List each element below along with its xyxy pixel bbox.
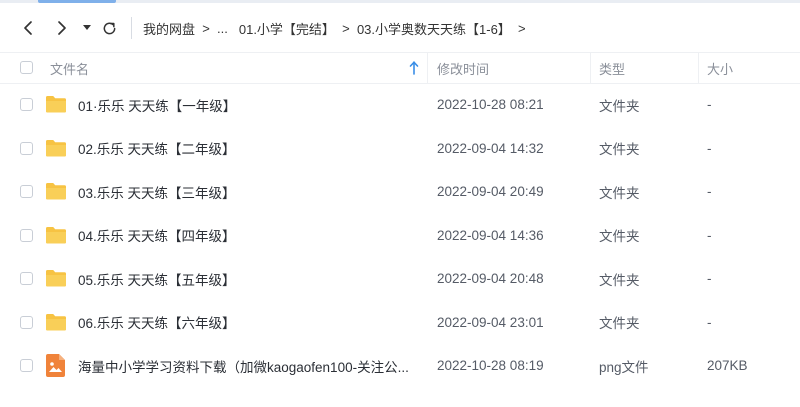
row-checkbox[interactable] [20, 315, 33, 329]
column-divider[interactable] [590, 53, 591, 83]
table-row[interactable]: 海量中小学学习资料下载（加微kaogaofen100-关注公... 2022-1… [0, 344, 800, 388]
file-name[interactable]: 04.乐乐 天天练【四年级】 [78, 214, 236, 257]
row-checkbox[interactable] [20, 185, 33, 198]
file-size: - [707, 184, 712, 199]
folder-icon [46, 226, 66, 243]
header-size-label: 大小 [707, 61, 734, 77]
table-row[interactable]: 04.乐乐 天天练【四年级】 2022-09-04 14:36 文件夹 - [0, 214, 800, 258]
nav-divider [131, 17, 132, 39]
folder-icon [46, 96, 66, 113]
header-name-label: 文件名 [50, 61, 90, 77]
header-modified-label: 修改时间 [437, 61, 490, 77]
row-checkbox[interactable] [20, 359, 33, 372]
file-size: 207KB [707, 358, 748, 373]
top-tab-strip [0, 0, 800, 3]
header-modified[interactable]: 修改时间 [437, 53, 587, 83]
navigation-bar: 我的网盘 > ... 01.小学【完结】 > 03.小学奥数天天练【1-6】 > [0, 8, 800, 48]
select-all-checkbox[interactable] [20, 61, 33, 74]
folder-icon [46, 270, 66, 287]
breadcrumb-ellipsis[interactable]: ... [217, 21, 228, 36]
file-name[interactable]: 06.乐乐 天天练【六年级】 [78, 301, 236, 344]
file-type: png文件 [599, 359, 649, 375]
file-modified: 2022-09-04 20:48 [437, 271, 544, 286]
file-size: - [707, 97, 712, 112]
breadcrumb-separator: > [202, 20, 210, 36]
table-row[interactable]: 01·乐乐 天天练【一年级】 2022-10-28 08:21 文件夹 - [0, 83, 800, 127]
file-modified: 2022-09-04 20:49 [437, 184, 544, 199]
file-name[interactable]: 02.乐乐 天天练【二年级】 [78, 127, 236, 170]
image-file-icon [46, 354, 65, 377]
file-size: - [707, 314, 712, 330]
back-button[interactable] [18, 8, 38, 48]
file-size: - [707, 140, 712, 156]
table-row[interactable]: 03.乐乐 天天练【三年级】 2022-09-04 20:49 文件夹 - [0, 170, 800, 214]
header-size[interactable]: 大小 [707, 53, 787, 83]
file-size: - [707, 227, 712, 243]
file-modified: 2022-09-04 14:36 [437, 227, 544, 243]
row-checkbox[interactable] [20, 98, 33, 111]
refresh-icon [103, 22, 115, 34]
file-list: 01·乐乐 天天练【一年级】 2022-10-28 08:21 文件夹 - 02… [0, 83, 800, 388]
folder-icon [46, 139, 66, 156]
header-name[interactable]: 文件名 [50, 53, 420, 83]
file-type: 文件夹 [599, 229, 640, 244]
scrollbar[interactable] [794, 52, 800, 407]
header-type[interactable]: 类型 [599, 53, 694, 83]
table-row[interactable]: 02.乐乐 天天练【二年级】 2022-09-04 14:32 文件夹 - [0, 127, 800, 171]
file-type: 文件夹 [599, 142, 640, 157]
file-name[interactable]: 海量中小学学习资料下载（加微kaogaofen100-关注公... [78, 344, 409, 387]
row-checkbox[interactable] [20, 141, 33, 155]
column-divider[interactable] [427, 53, 428, 83]
folder-icon [46, 183, 66, 200]
table-row[interactable]: 05.乐乐 天天练【五年级】 2022-09-04 20:48 文件夹 - [0, 257, 800, 301]
chevron-left-icon [24, 21, 32, 35]
refresh-button[interactable] [99, 8, 119, 48]
breadcrumb: 我的网盘 > ... 01.小学【完结】 > 03.小学奥数天天练【1-6】 > [143, 8, 533, 48]
file-name[interactable]: 01·乐乐 天天练【一年级】 [78, 83, 236, 126]
active-tab-indicator [38, 0, 116, 3]
breadcrumb-separator: > [518, 20, 526, 36]
file-modified: 2022-09-04 23:01 [437, 314, 544, 330]
file-size: - [707, 271, 712, 286]
history-dropdown-button[interactable] [80, 8, 94, 48]
breadcrumb-item-primary[interactable]: 01.小学【完结】 [239, 19, 335, 38]
forward-button[interactable] [52, 8, 72, 48]
file-name[interactable]: 03.乐乐 天天练【三年级】 [78, 170, 236, 213]
breadcrumb-item-current[interactable]: 03.小学奥数天天练【1-6】 [357, 19, 511, 38]
file-name[interactable]: 05.乐乐 天天练【五年级】 [78, 257, 236, 300]
column-divider[interactable] [698, 53, 699, 83]
arrow-up-icon[interactable] [409, 61, 419, 75]
chevron-right-icon [58, 21, 66, 35]
caret-down-icon [83, 25, 91, 30]
file-modified: 2022-09-04 14:32 [437, 140, 544, 156]
breadcrumb-root[interactable]: 我的网盘 [143, 19, 195, 38]
file-type: 文件夹 [599, 316, 640, 331]
file-list-header: 文件名 修改时间 类型 大小 [0, 52, 800, 84]
row-checkbox[interactable] [20, 228, 33, 242]
header-type-label: 类型 [599, 61, 626, 77]
file-modified: 2022-10-28 08:21 [437, 97, 544, 112]
breadcrumb-separator: > [342, 20, 350, 36]
table-row[interactable]: 06.乐乐 天天练【六年级】 2022-09-04 23:01 文件夹 - [0, 301, 800, 345]
folder-icon [46, 313, 66, 330]
file-type: 文件夹 [599, 98, 640, 114]
row-checkbox[interactable] [20, 272, 33, 285]
file-type: 文件夹 [599, 185, 640, 201]
file-modified: 2022-10-28 08:19 [437, 358, 544, 373]
file-type: 文件夹 [599, 272, 640, 288]
